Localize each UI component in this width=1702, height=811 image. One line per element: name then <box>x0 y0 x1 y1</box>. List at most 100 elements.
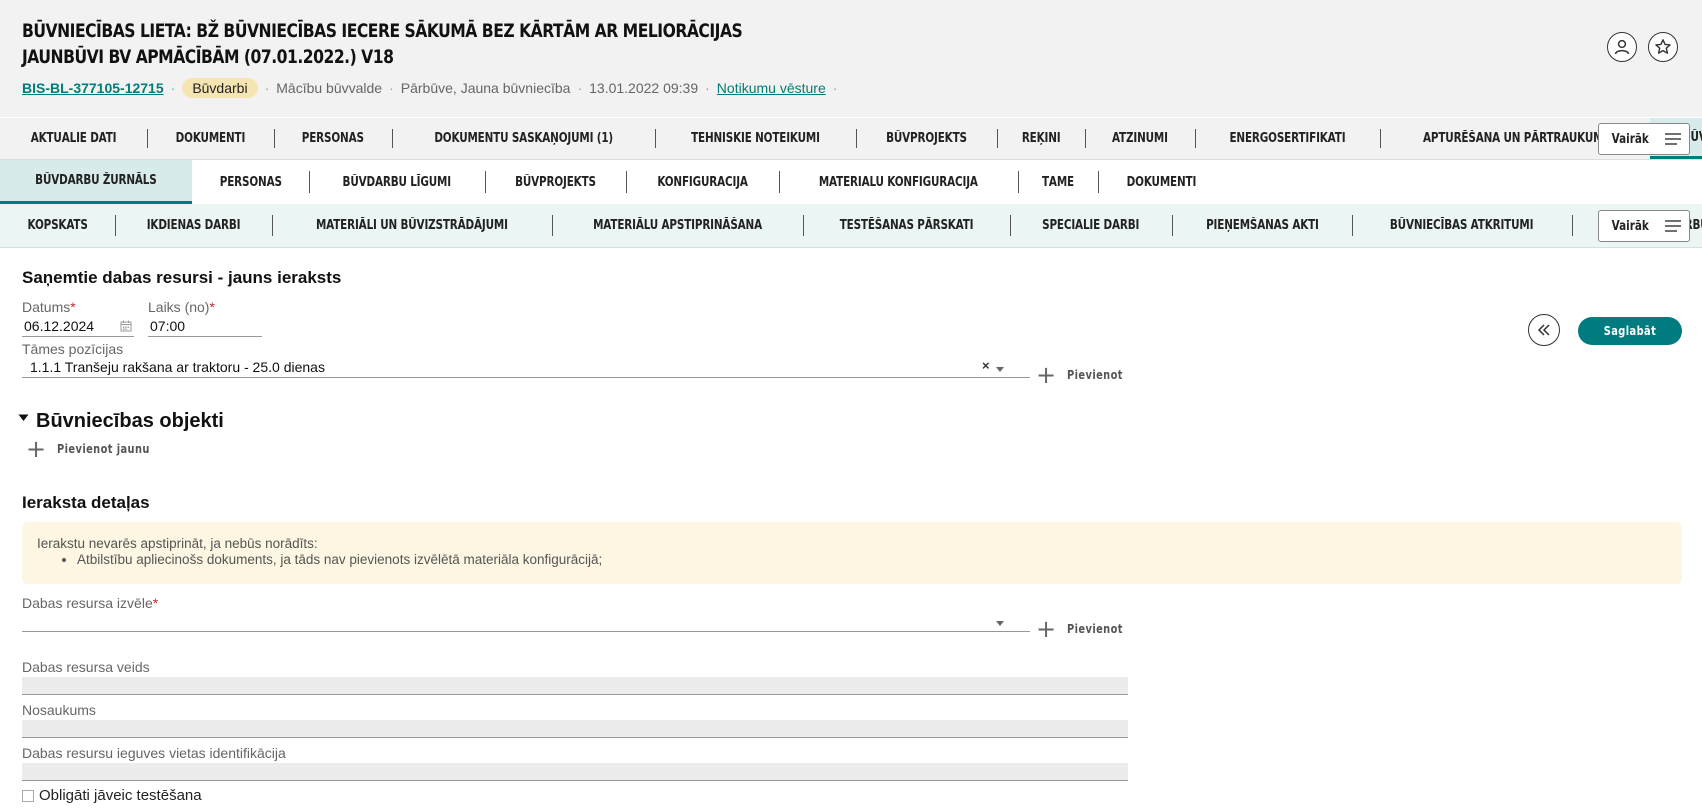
case-header: Būvniecības lieta: BŽ būvniecības iecere… <box>0 0 1702 117</box>
tab-materialu-apstiprinasana[interactable]: Materiālu apstiprināšana <box>552 204 803 247</box>
resource-choice-label: Dabas resursa izvēle* <box>22 595 159 611</box>
chevron-down-icon[interactable] <box>996 367 1004 372</box>
tab-label: Būvdarbu žurnāls <box>35 173 157 188</box>
meta-separator: · <box>577 80 583 96</box>
datetime-text: 13.01.2022 09:39 <box>589 80 699 96</box>
chevron-down-icon[interactable] <box>996 621 1004 626</box>
add-object-button[interactable]: + Pievienot jaunu <box>26 435 170 463</box>
validation-notice: Ierakstu nevarēs apstiprināt, ja nebūs n… <box>22 522 1682 584</box>
work-types-text: Pārbūve, Jauna būvniecība <box>400 80 571 96</box>
meta-separator: · <box>705 80 710 96</box>
time-label: Laiks (no)* <box>148 299 215 315</box>
tab-materialu-konfiguracija[interactable]: Materiālu konfigurācija <box>778 160 1018 204</box>
date-label: Datums* <box>22 299 76 315</box>
sub-tab-bar: Būvdarbu žurnāls Personas Būvdarbu līgumi B… <box>0 160 1702 204</box>
tab-personas[interactable]: Personas <box>192 160 310 204</box>
more-label: Vairāk <box>1611 131 1649 147</box>
tab-label: Materiālu konfigurācija <box>818 174 978 190</box>
tab-rekini[interactable]: Rēķini <box>996 118 1085 159</box>
favorite-button[interactable] <box>1648 32 1678 62</box>
more-tabs-button[interactable]: Vairāk <box>1598 123 1690 155</box>
meta-separator: · <box>264 80 270 96</box>
tab-specialie-darbi[interactable]: Speciālie darbi <box>1010 204 1171 247</box>
tab-label: Apturēšana un pārtraukumi <box>1422 131 1607 146</box>
main-tab-bar: Aktuālie dati Dokumenti Personas Dokumentu … <box>0 118 1702 160</box>
tab-testesanas-parskati[interactable]: Testēšanas pārskati <box>803 204 1010 247</box>
tab-pienemsanas-akti[interactable]: Pieņemšanas akti <box>1171 204 1353 247</box>
save-button[interactable]: Saglabāt <box>1578 317 1682 345</box>
tab-label: Tehniskie noteikumi <box>690 131 820 146</box>
tab-label: Personas <box>301 131 364 146</box>
journal-tab-bar: Kopskats Ikdienas darbi Materiāli un būviz… <box>0 204 1702 248</box>
tab-konfiguracija[interactable]: Konfigurācija <box>625 160 779 204</box>
notice-item: Atbilstību apliecinošs dokuments, ja tād… <box>77 552 1667 567</box>
hamburger-icon <box>1665 133 1682 145</box>
tab-dokumenti[interactable]: Dokumenti <box>1097 160 1225 204</box>
tab-label: Ikdienas darbi <box>146 218 241 233</box>
add-resource-button[interactable]: + Pievienot <box>1036 615 1135 643</box>
tab-materiali-un-buvizstradajumi[interactable]: Materiāli un būvizstrādājumi <box>272 204 552 247</box>
tab-label: Aktuālie dati <box>30 131 117 146</box>
date-input[interactable]: 06.12.2024 <box>22 315 134 337</box>
resource-type-field <box>22 677 1128 695</box>
clear-selection-icon[interactable]: × <box>982 358 990 373</box>
testing-checkbox-label: Obligāti jāveic testēšana <box>39 787 202 804</box>
tab-label: Būvprojekts <box>514 174 596 190</box>
tab-label: Kopskats <box>27 218 88 233</box>
tab-personas[interactable]: Personas <box>273 118 392 159</box>
hamburger-icon <box>1665 220 1682 232</box>
positions-select[interactable]: 1.1.1 Tranšeju rakšana ar traktoru - 25.… <box>22 356 1030 378</box>
meta-separator: · <box>389 80 394 96</box>
tab-ikdienas-darbi[interactable]: Ikdienas darbi <box>115 204 272 247</box>
case-id-link[interactable]: BIS-BL-377105-12715 <box>22 80 164 96</box>
tab-atzinumi[interactable]: Atzinumi <box>1085 118 1195 159</box>
time-input[interactable]: 07:00 <box>148 315 262 337</box>
authority-text: Mācību būvvalde <box>276 80 383 96</box>
case-meta: BIS-BL-377105-12715 · Būvdarbi · Mācību … <box>22 78 844 98</box>
status-badge: Būvdarbi <box>182 78 258 98</box>
tab-label: Materiālu apstiprināšana <box>593 218 763 233</box>
user-profile-button[interactable] <box>1607 32 1637 62</box>
tab-buvdarbu-ligumi[interactable]: Būvdarbu līgumi <box>309 160 485 204</box>
tab-label: Energosertifikāti <box>1229 131 1346 146</box>
extraction-label: Dabas resursu ieguves vietas identifikāc… <box>22 745 286 761</box>
tab-dokumenti[interactable]: Dokumenti <box>147 118 274 159</box>
tab-dokumentu-saskanojumi-1[interactable]: Dokumentu saskaņojumi (1) <box>391 118 655 159</box>
tab-buvdarbu-zurnals[interactable]: Būvdarbu žurnāls <box>0 160 192 204</box>
add-position-button[interactable]: + Pievienot <box>1036 363 1135 387</box>
positions-label: Tāmes pozīcijas <box>22 341 124 357</box>
tab-tehniskie-noteikumi[interactable]: Tehniskie noteikumi <box>654 118 856 159</box>
plus-icon: + <box>1036 615 1057 643</box>
tab-buvniecibas-atkritumi[interactable]: Būvniecības atkritumi <box>1352 204 1571 247</box>
back-button[interactable] <box>1528 314 1560 346</box>
triangle-down-icon[interactable] <box>18 414 29 422</box>
tab-energosertifikati[interactable]: Energosertifikāti <box>1194 118 1380 159</box>
tab-buvprojekts[interactable]: Būvprojekts <box>855 118 997 159</box>
calendar-icon[interactable] <box>120 320 132 332</box>
tab-label: Būvprojekts <box>885 131 967 146</box>
tab-label: Atzinumi <box>1112 131 1168 146</box>
double-chevron-left-icon <box>1537 324 1550 336</box>
testing-checkbox-row[interactable]: Obligāti jāveic testēšana <box>22 787 202 804</box>
tab-label: Konfigurācija <box>657 174 748 190</box>
tab-label: Būvdarbu līgumi <box>342 174 452 190</box>
tab-label: Dokumenti <box>175 131 246 146</box>
more-tabs-button[interactable]: Vairāk <box>1598 210 1690 242</box>
testing-checkbox[interactable] <box>22 789 34 802</box>
history-link[interactable]: Notikumu vēsture <box>717 80 826 96</box>
tab-kopskats[interactable]: Kopskats <box>0 204 115 247</box>
resource-type-label: Dabas resursa veids <box>22 659 150 675</box>
notice-text: Ierakstu nevarēs apstiprināt, ja nebūs n… <box>37 536 318 551</box>
tab-tame[interactable]: Tāme <box>1017 160 1098 204</box>
meta-separator: · <box>170 80 176 96</box>
plus-icon: + <box>26 435 47 463</box>
objects-section-title[interactable]: Būvniecības objekti <box>36 410 224 433</box>
user-icon <box>1614 39 1630 55</box>
more-label: Vairāk <box>1611 218 1649 234</box>
tab-aktualie-dati[interactable]: Aktuālie dati <box>0 118 147 159</box>
resource-choice-select[interactable] <box>22 610 1030 632</box>
case-title: Būvniecības lieta: BŽ būvniecības iecere… <box>22 20 743 68</box>
tab-label: Speciālie darbi <box>1042 218 1140 233</box>
tab-label: Pieņemšanas akti <box>1205 218 1319 233</box>
tab-buvprojekts[interactable]: Būvprojekts <box>484 160 626 204</box>
